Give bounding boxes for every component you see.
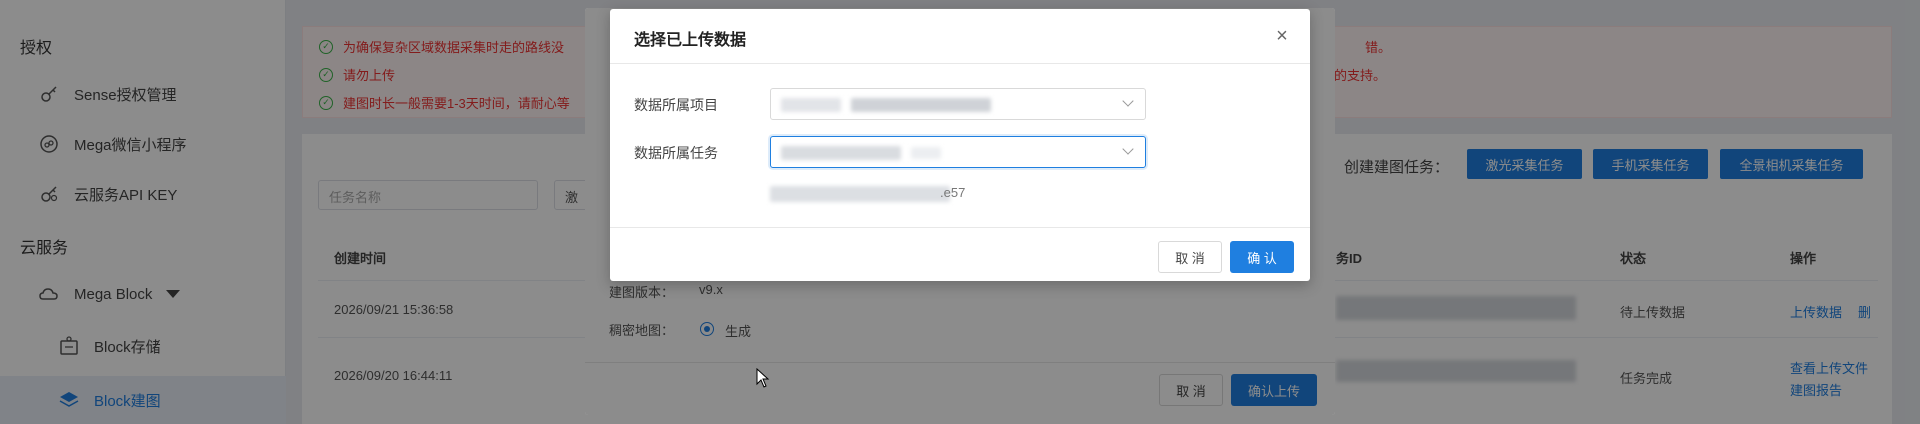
mouse-pointer-icon xyxy=(756,368,770,388)
redacted-value xyxy=(851,98,991,112)
task-field-label: 数据所属任务 xyxy=(634,145,718,161)
file-extension-text: .e57 xyxy=(940,185,966,200)
header-divider xyxy=(610,63,1310,64)
select-cancel-button[interactable]: 取 消 xyxy=(1158,241,1222,273)
task-select[interactable] xyxy=(770,136,1146,168)
redacted-value xyxy=(911,147,941,159)
select-confirm-button[interactable]: 确 认 xyxy=(1230,241,1294,273)
redacted-file-name xyxy=(770,186,950,202)
close-icon[interactable]: × xyxy=(1272,26,1292,47)
project-select[interactable] xyxy=(770,88,1146,120)
redacted-value xyxy=(781,146,901,160)
chevron-down-icon xyxy=(1123,97,1133,107)
project-field-label: 数据所属项目 xyxy=(634,97,718,113)
select-uploaded-data-dialog: 选择已上传数据 × 数据所属项目 数据所属任务 .e57 取 消 确 认 xyxy=(610,9,1310,281)
chevron-down-icon xyxy=(1123,145,1133,155)
redacted-value xyxy=(781,98,841,112)
footer-divider xyxy=(610,227,1310,228)
dialog-title: 选择已上传数据 xyxy=(634,32,747,49)
